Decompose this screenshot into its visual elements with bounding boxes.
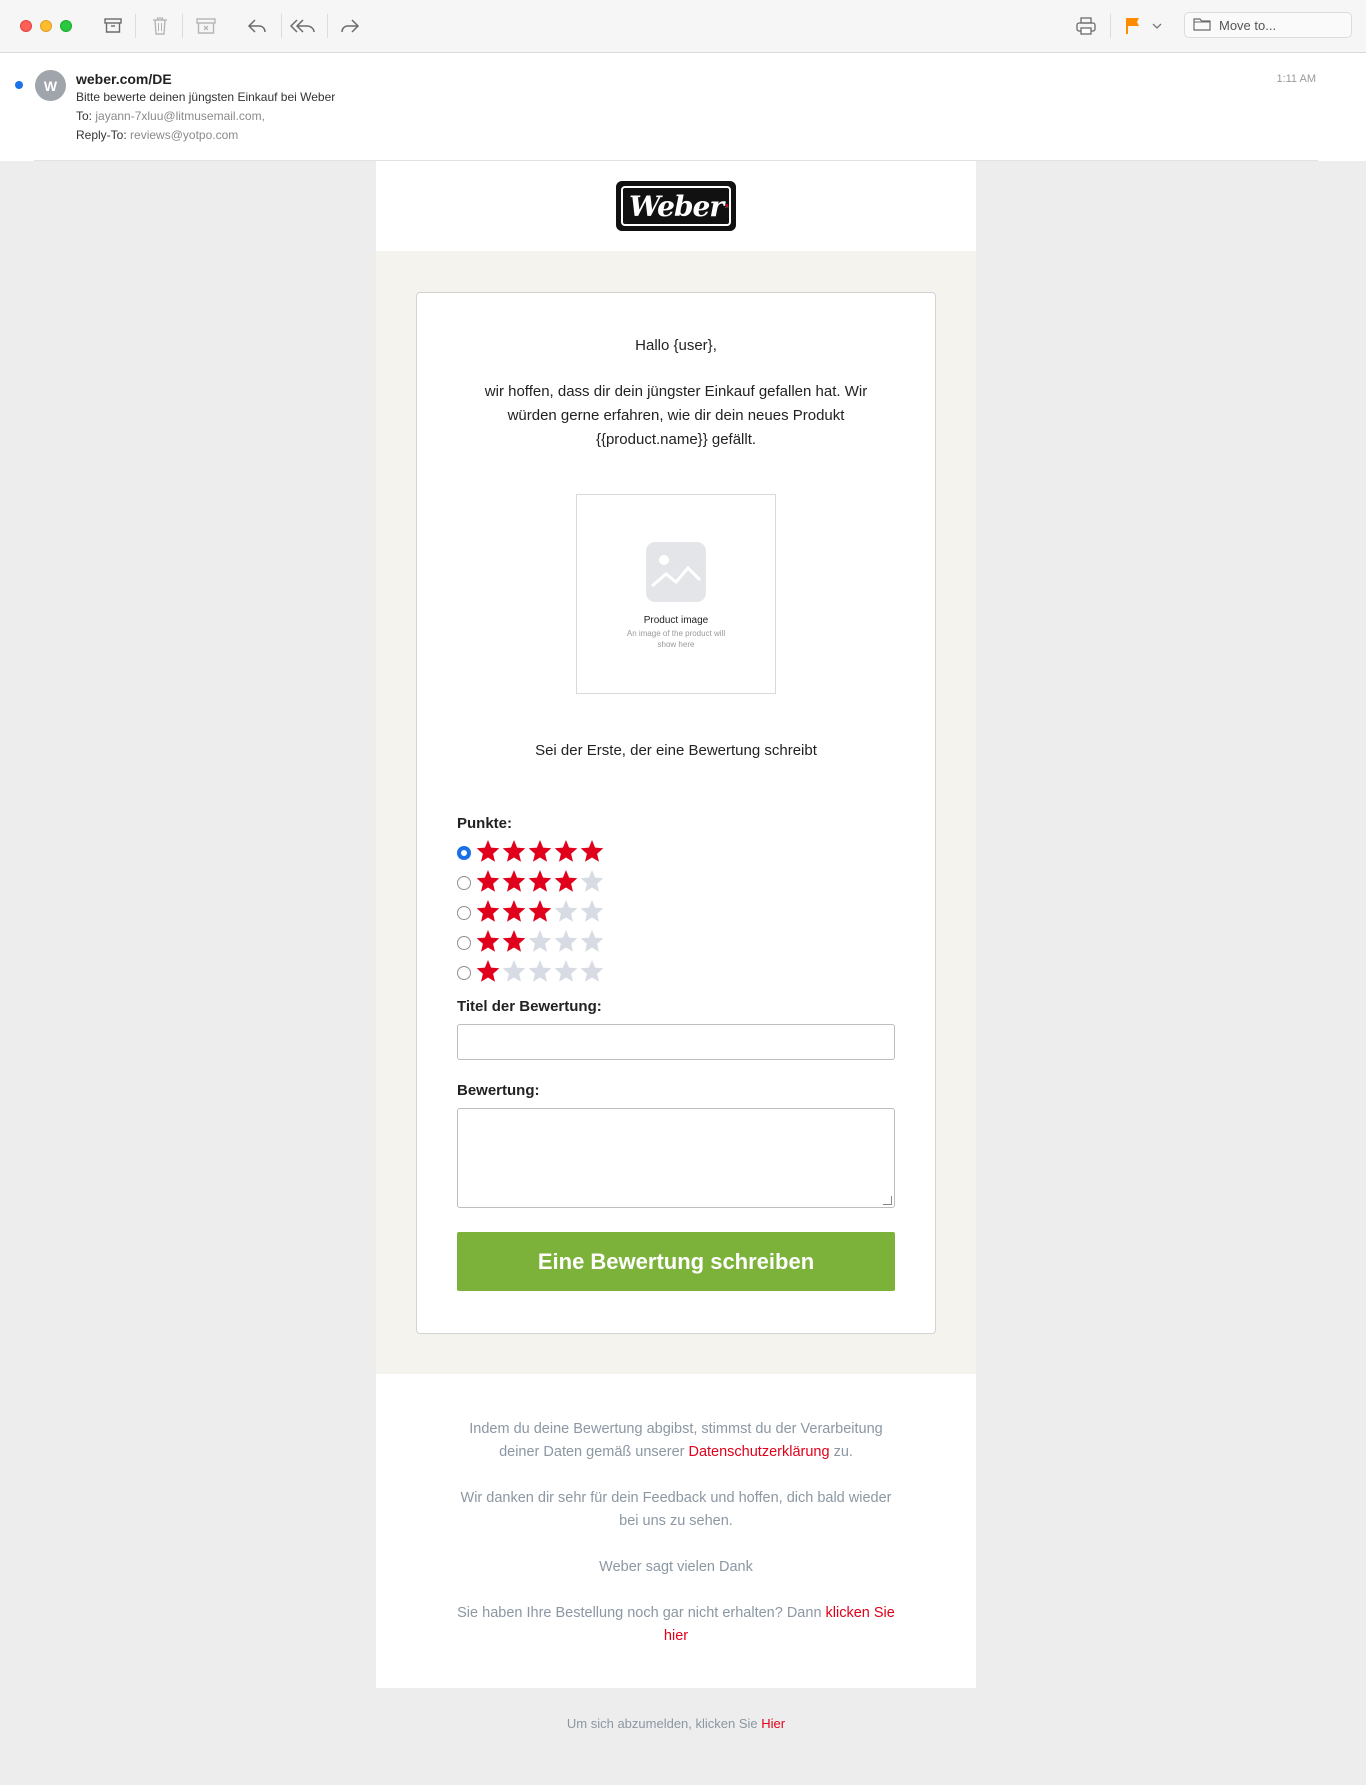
rating-radio-2[interactable]: [457, 936, 471, 950]
review-title-label: Titel der Bewertung:: [457, 998, 602, 1015]
privacy-policy-link[interactable]: Datenschutzerklärung: [688, 1444, 829, 1460]
star-empty-icon: [580, 870, 604, 892]
junk-icon[interactable]: [192, 12, 220, 40]
review-title-input[interactable]: [457, 1024, 895, 1060]
message-time: 1:11 AM: [1276, 73, 1316, 85]
star-filled-icon: [476, 960, 500, 982]
star-filled-icon: [476, 870, 500, 892]
move-to-label: Move to...: [1219, 17, 1277, 33]
zoom-window-button[interactable]: [60, 20, 72, 32]
rating-option-1[interactable]: [457, 956, 895, 986]
rating-radio-4[interactable]: [457, 876, 471, 890]
rating-options: [457, 836, 895, 986]
rating-radio-1[interactable]: [457, 966, 471, 980]
archive-icon[interactable]: [99, 12, 127, 40]
rating-option-5[interactable]: [457, 836, 895, 866]
message-header: W weber.com/DE Bitte bewerte deinen jüng…: [0, 53, 1366, 161]
star-empty-icon: [580, 960, 604, 982]
review-text-label: Bewertung:: [457, 1082, 540, 1099]
review-section: Hallo {user}, wir hoffen, dass dir dein …: [376, 251, 976, 1374]
product-image-placeholder: Product image An image of the product wi…: [576, 494, 776, 694]
rating-option-3[interactable]: [457, 896, 895, 926]
image-icon: [646, 542, 706, 602]
folder-icon: [1193, 17, 1211, 34]
move-to-menu[interactable]: Move to...: [1184, 12, 1352, 38]
rating-option-2[interactable]: [457, 926, 895, 956]
to-label: To:: [76, 109, 93, 123]
message-subject: Bitte bewerte deinen jüngsten Einkauf be…: [76, 90, 336, 104]
sender-name[interactable]: weber.com/DE: [76, 71, 172, 87]
unread-indicator: [15, 81, 23, 89]
signoff-text: Weber sagt vielen Dank: [599, 1559, 753, 1575]
close-window-button[interactable]: [20, 20, 32, 32]
star-empty-icon: [502, 960, 526, 982]
star-filled-icon: [476, 930, 500, 952]
star-empty-icon: [580, 900, 604, 922]
points-label: Punkte:: [457, 815, 513, 832]
weber-logo[interactable]: Weber: [616, 181, 736, 231]
reply-to-row: Reply-To: reviews@yotpo.com: [76, 128, 238, 142]
star-filled-icon: [554, 870, 578, 892]
flag-menu-chevron-down-icon[interactable]: [1150, 12, 1164, 40]
unsubscribe-text: Um sich abzumelden, klicken Sie: [566, 1716, 762, 1731]
star-filled-icon: [502, 840, 526, 862]
not-received-pre: Sie haben Ihre Bestellung noch gar nicht…: [457, 1605, 826, 1621]
product-image-title: Product image: [643, 615, 709, 626]
reply-to-label: Reply-To:: [76, 128, 127, 142]
email-body: Weber Hallo {user}, wir hoffen, dass dir…: [376, 161, 976, 1731]
unsubscribe-line: Um sich abzumelden, klicken Sie Hier: [376, 1716, 976, 1731]
flag-icon[interactable]: [1119, 12, 1147, 40]
greeting: Hallo {user},: [635, 337, 717, 354]
star-filled-icon: [528, 840, 552, 862]
star-filled-icon: [476, 900, 500, 922]
consent-text-post: zu.: [829, 1444, 853, 1460]
submit-review-button[interactable]: Eine Bewertung schreiben: [457, 1232, 895, 1291]
reply-icon[interactable]: [243, 12, 271, 40]
rating-radio-5[interactable]: [457, 846, 471, 860]
star-filled-icon: [580, 840, 604, 862]
logo-band: Weber: [376, 161, 976, 251]
consent-text: Indem du deine Bewertung abgibst, stimms…: [456, 1418, 896, 1464]
intro-text: wir hoffen, dass dir dein jüngster Einka…: [484, 383, 868, 448]
star-empty-icon: [554, 900, 578, 922]
reply-to-address[interactable]: reviews@yotpo.com: [130, 128, 238, 142]
not-received-text: Sie haben Ihre Bestellung noch gar nicht…: [456, 1602, 896, 1648]
star-filled-icon: [502, 930, 526, 952]
star-empty-icon: [528, 960, 552, 982]
star-filled-icon: [528, 870, 552, 892]
unsubscribe-link[interactable]: Hier: [761, 1716, 785, 1731]
rating-radio-3[interactable]: [457, 906, 471, 920]
star-filled-icon: [554, 840, 578, 862]
to-row: To: jayann-7xluu@litmusemail.com,: [76, 109, 265, 123]
star-empty-icon: [554, 930, 578, 952]
mail-toolbar: Move to...: [0, 0, 1366, 53]
email-footer: Indem du deine Bewertung abgibst, stimms…: [376, 1374, 976, 1688]
be-first-text: Sei der Erste, der eine Bewertung schrei…: [535, 742, 817, 759]
forward-icon[interactable]: [336, 12, 364, 40]
logo-text: Weber: [629, 189, 724, 223]
star-empty-icon: [528, 930, 552, 952]
star-filled-icon: [502, 900, 526, 922]
review-textarea[interactable]: [457, 1108, 895, 1208]
avatar: W: [35, 70, 66, 101]
star-filled-icon: [476, 840, 500, 862]
print-icon[interactable]: [1072, 12, 1100, 40]
product-image-subtitle: An image of the product will show here: [626, 629, 726, 649]
review-card: Hallo {user}, wir hoffen, dass dir dein …: [416, 292, 936, 1334]
rating-option-4[interactable]: [457, 866, 895, 896]
grill-icon: [725, 203, 729, 209]
star-empty-icon: [554, 960, 578, 982]
thanks-text: Wir danken dir sehr für dein Feedback un…: [460, 1490, 892, 1529]
trash-icon[interactable]: [146, 12, 174, 40]
star-empty-icon: [580, 930, 604, 952]
reply-all-icon[interactable]: [289, 12, 317, 40]
to-address[interactable]: jayann-7xluu@litmusemail.com,: [95, 109, 265, 123]
star-filled-icon: [528, 900, 552, 922]
star-filled-icon: [502, 870, 526, 892]
minimize-window-button[interactable]: [40, 20, 52, 32]
resize-handle-icon[interactable]: [883, 1196, 892, 1205]
